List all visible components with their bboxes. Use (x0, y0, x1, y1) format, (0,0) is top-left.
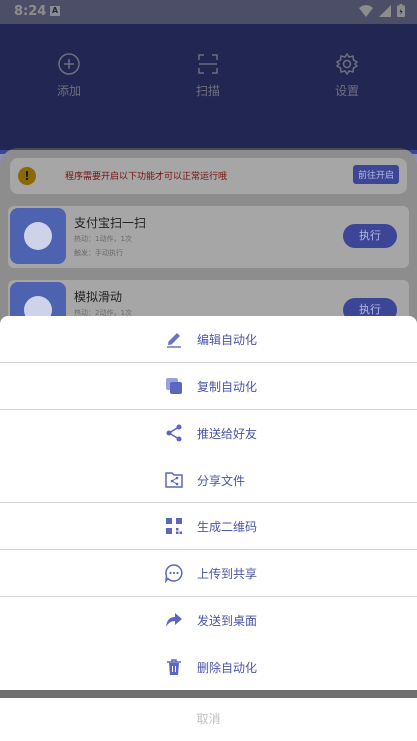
menu-label: 删除自动化 (197, 661, 258, 675)
menu-label: 发送到桌面 (197, 614, 258, 628)
upload-chat-icon (165, 564, 183, 583)
menu-item-share-file[interactable]: 分享文件 (0, 457, 417, 503)
menu-item-push[interactable]: 推送给好友 (0, 410, 417, 456)
menu-item-qr[interactable]: 生成二维码 (0, 503, 417, 549)
menu-label: 复制自动化 (197, 380, 258, 394)
menu-label: 生成二维码 (197, 520, 258, 534)
warning-icon: ! (18, 167, 36, 185)
copy-icon (166, 378, 182, 394)
sheet-separator (0, 690, 417, 698)
delete-icon (167, 659, 181, 675)
menu-item-desktop[interactable]: 发送到桌面 (0, 597, 417, 643)
card-title: 支付宝扫一扫 (74, 216, 147, 230)
automation-card[interactable]: 支付宝扫一扫 热动：1动作，1次 触发：手动执行 执行 (8, 206, 409, 268)
play-icon (10, 208, 66, 264)
menu-label: 编辑自动化 (197, 333, 258, 347)
notice-message: 程序需要开启以下功能才可以正常运行哦 (65, 172, 228, 182)
card-detail: 热动：1动作，1次 (74, 235, 132, 243)
share-icon (166, 424, 182, 442)
run-button[interactable]: 执行 (343, 224, 397, 248)
menu-label: 分享文件 (197, 474, 246, 488)
menu-item-copy[interactable]: 复制自动化 (0, 363, 417, 409)
menu-item-edit[interactable]: 编辑自动化 (0, 316, 417, 362)
qr-code-icon (166, 518, 182, 534)
share-file-icon (165, 472, 183, 488)
dim-overlay (0, 0, 417, 150)
menu-label: 上传到共享 (197, 567, 258, 581)
action-sheet: 编辑自动化 复制自动化 推送给好友 分享文件 生成二维码 上传到共享 发送到桌面… (0, 316, 417, 690)
menu-item-upload[interactable]: 上传到共享 (0, 550, 417, 596)
card-title: 模拟滑动 (74, 290, 123, 304)
edit-icon (167, 333, 181, 348)
cancel-button[interactable]: 取消 (0, 698, 417, 741)
send-to-desktop-icon (166, 613, 182, 627)
menu-label: 推送给好友 (197, 427, 258, 441)
menu-item-delete[interactable]: 删除自动化 (0, 644, 417, 690)
enable-button[interactable]: 前往开启 (352, 165, 399, 184)
card-trigger: 触发：手动执行 (74, 249, 123, 257)
permission-notice: ! 程序需要开启以下功能才可以正常运行哦 前往开启 (10, 158, 407, 194)
